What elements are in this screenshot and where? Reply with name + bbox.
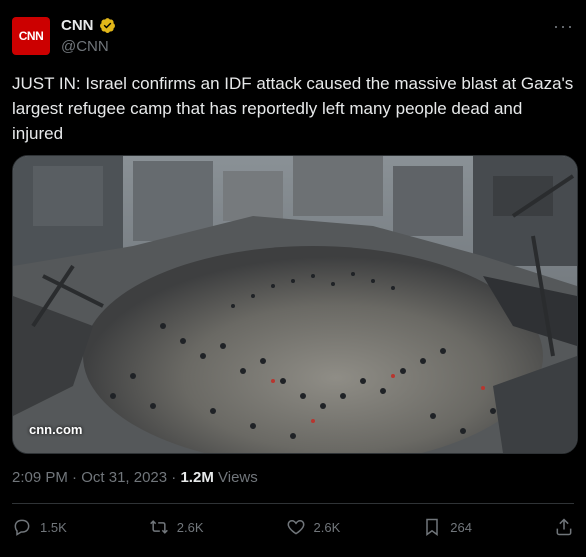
more-options-icon[interactable]: ··· [553,16,574,37]
media-watermark: cnn.com [29,422,83,437]
bookmark-button[interactable]: 264 [422,517,472,537]
meta-separator: · [72,469,78,486]
tweet-date[interactable]: Oct 31, 2023 [81,469,167,486]
reply-count: 1.5K [40,519,67,535]
views-count: 1.2M [180,469,214,486]
author-name[interactable]: CNN [61,17,94,34]
tweet-text: JUST IN: Israel confirms an IDF attack c… [12,74,574,143]
bookmark-count: 264 [450,519,472,535]
repost-count: 2.6K [176,519,204,535]
reply-button[interactable]: 1.5K [12,517,67,537]
heart-icon [287,519,304,535]
tweet-metadata: 2:09 PM · Oct 31, 2023 · 1.2M Views [12,469,258,486]
divider [12,503,574,504]
blast-site-photo [13,156,577,453]
author-name-row: CNN [61,17,116,34]
like-button[interactable]: 2.6K [286,517,341,537]
like-count: 2.6K [313,519,341,535]
share-icon [556,518,572,536]
bookmark-icon [426,518,438,536]
repost-icon [149,520,168,534]
views-label: Views [218,469,258,486]
verified-badge-icon [99,17,116,34]
repost-button[interactable]: 2.6K [149,517,204,537]
tweet-image[interactable]: cnn.com [12,155,578,454]
share-button[interactable] [554,517,574,537]
action-bar: 1.5K 2.6K 2.6K 264 [12,515,574,539]
author-handle[interactable]: @CNN [61,38,109,55]
reply-icon [14,519,30,536]
avatar[interactable]: CNN [12,17,50,55]
tweet-time[interactable]: 2:09 PM [12,469,68,486]
meta-separator: · [171,469,177,486]
